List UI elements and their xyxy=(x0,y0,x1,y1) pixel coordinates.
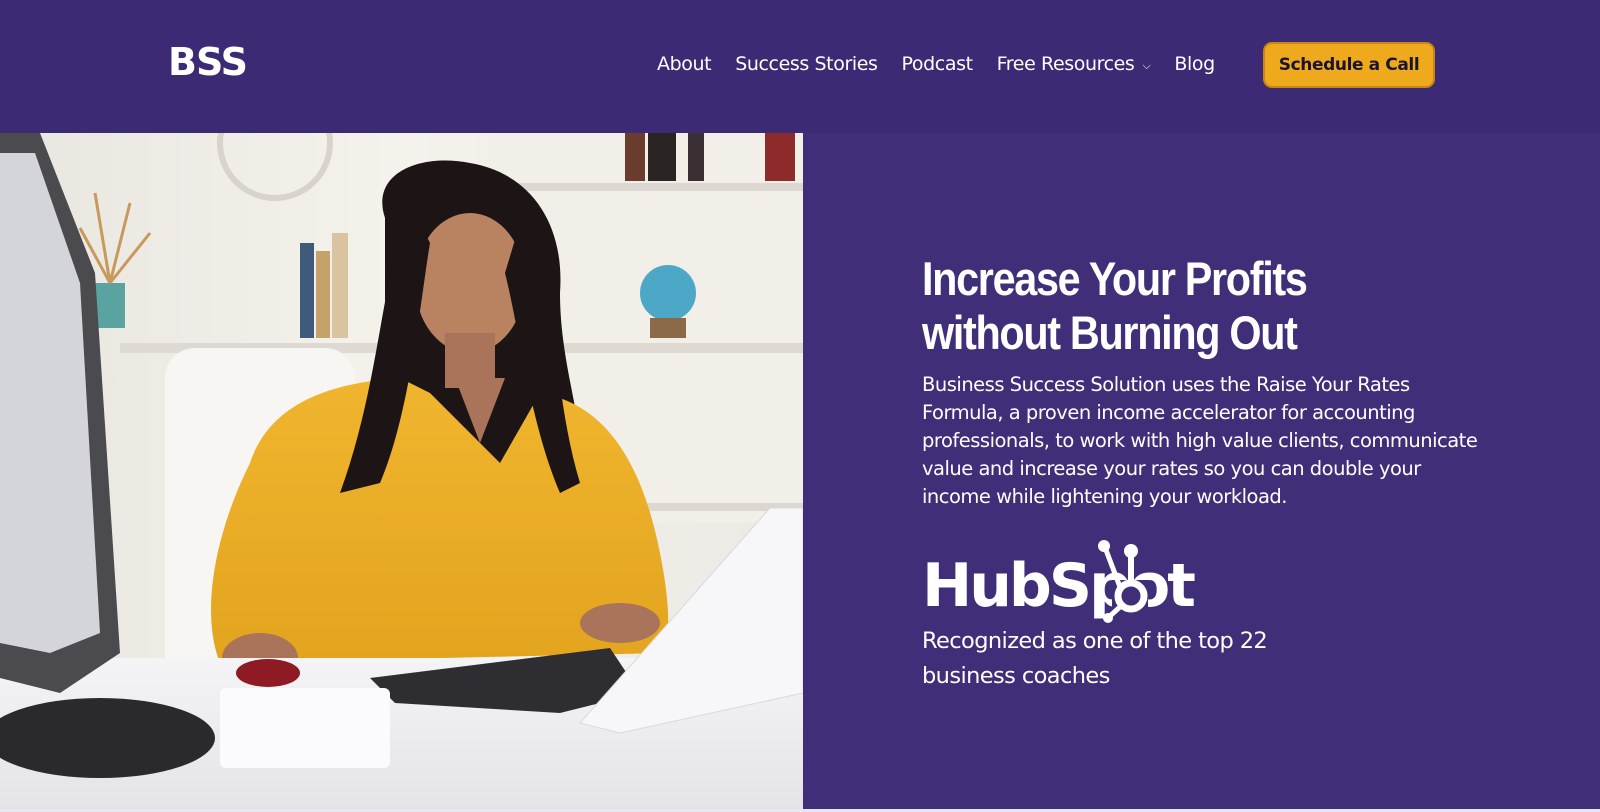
book xyxy=(765,133,795,181)
nav-about-label: About xyxy=(657,53,712,75)
hubspot-wordmark: HubSpot xyxy=(922,551,1195,621)
hero-description: Business Success Solution uses the Raise… xyxy=(922,373,1478,508)
site-header: BSS About Success Stories Podcast Free R… xyxy=(0,0,1600,133)
chevron-down-icon: ⌵ xyxy=(1142,58,1151,72)
mouse xyxy=(236,659,300,687)
book xyxy=(648,133,676,181)
notepad xyxy=(220,688,390,768)
nav-podcast[interactable]: Podcast xyxy=(901,53,974,75)
main-nav: About Success Stories Podcast Free Resou… xyxy=(657,44,1239,84)
site-logo[interactable]: BSS xyxy=(168,40,248,84)
shelf xyxy=(490,183,803,191)
book xyxy=(688,133,704,181)
right-hand xyxy=(580,603,660,643)
nav-success-stories-label: Success Stories xyxy=(735,53,878,75)
schedule-call-button[interactable]: Schedule a Call xyxy=(1263,42,1435,88)
globe-stand xyxy=(650,318,686,338)
book xyxy=(332,233,348,338)
nav-podcast-label: Podcast xyxy=(901,53,974,75)
book xyxy=(625,133,645,181)
hubspot-logo: HubSpot xyxy=(920,540,1210,626)
plant-pot xyxy=(95,283,125,328)
hubspot-logo-mark: HubSpot xyxy=(922,540,1198,623)
hubspot-recognition-text: Recognized as one of the top 22 business… xyxy=(922,628,1268,689)
nav-free-resources-label: Free Resources xyxy=(996,53,1135,75)
nav-blog[interactable]: Blog xyxy=(1174,53,1215,75)
hero-image xyxy=(0,133,803,812)
nav-success-stories[interactable]: Success Stories xyxy=(735,53,878,75)
book xyxy=(316,251,330,338)
nav-about[interactable]: About xyxy=(657,53,712,75)
hero-photo-illustration xyxy=(0,133,803,812)
nav-free-resources[interactable]: Free Resources ⌵ xyxy=(997,53,1151,75)
globe xyxy=(640,265,696,321)
nav-blog-label: Blog xyxy=(1174,53,1215,75)
hero-headline: Increase Your Profits without Burning Ou… xyxy=(922,252,1308,359)
book xyxy=(300,243,314,338)
